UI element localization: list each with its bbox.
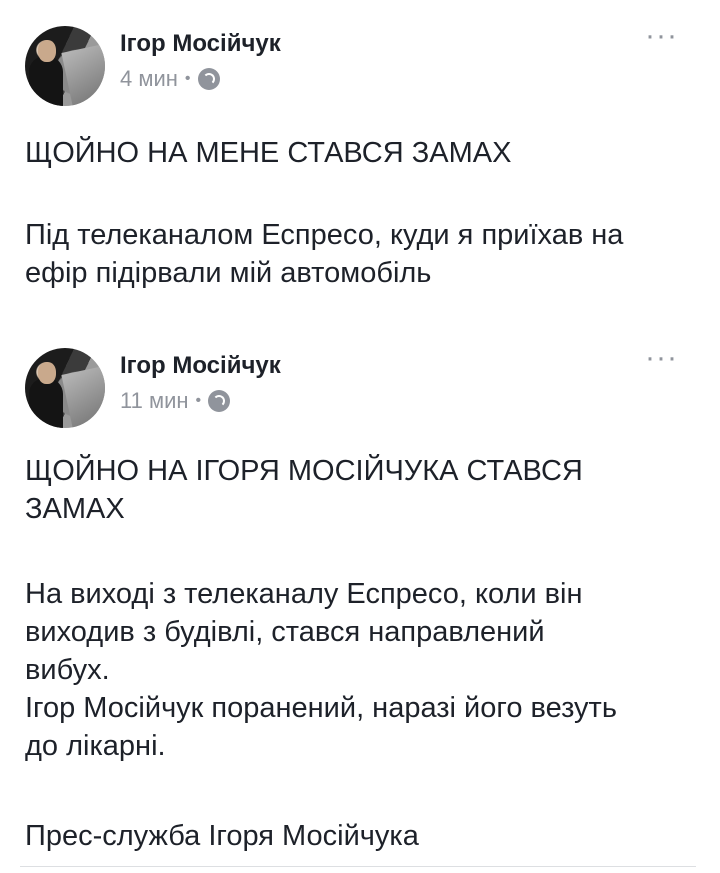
- post-meta: 11 мин •: [120, 388, 231, 414]
- globe-icon: [197, 68, 220, 90]
- post-text-headline: ЩОЙНО НА ІГОРЯ МОСІЙЧУКА СТАВСЯ ЗАМАХ: [25, 455, 583, 525]
- avatar[interactable]: [25, 348, 105, 428]
- avatar-paper: [61, 366, 105, 428]
- post-meta: 4 мин •: [120, 66, 220, 92]
- post-text-signature: Прес-служба Ігоря Мосійчука: [25, 820, 419, 852]
- post-text-body: Під телеканалом Еспресо, куди я приїхав …: [25, 219, 624, 289]
- more-options-button[interactable]: ···: [645, 343, 678, 373]
- globe-icon: [208, 390, 231, 412]
- avatar-paper: [61, 44, 105, 106]
- post-time[interactable]: 11 мин: [120, 388, 189, 414]
- avatar-figure: [29, 56, 63, 106]
- post-text-body: На виході з телеканалу Еспресо, коли він…: [25, 578, 617, 762]
- more-options-button[interactable]: ···: [645, 21, 678, 51]
- meta-separator: •: [184, 70, 191, 87]
- avatar-face: [38, 40, 56, 62]
- avatar-face: [38, 362, 56, 384]
- author-name[interactable]: Ігор Мосійчук: [120, 352, 281, 380]
- post-time[interactable]: 4 мин: [120, 66, 178, 92]
- avatar-figure: [29, 378, 63, 428]
- author-name[interactable]: Ігор Мосійчук: [120, 30, 281, 58]
- divider: [20, 866, 696, 867]
- meta-separator: •: [195, 392, 202, 409]
- post-text-headline: ЩОЙНО НА МЕНЕ СТАВСЯ ЗАМАХ: [25, 137, 512, 169]
- avatar[interactable]: [25, 26, 105, 106]
